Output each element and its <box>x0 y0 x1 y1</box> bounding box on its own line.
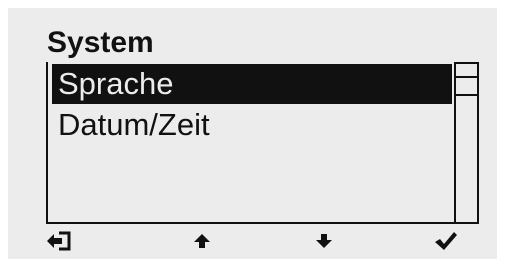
confirm-button[interactable] <box>431 228 461 254</box>
arrow-up-icon <box>194 234 210 248</box>
menu-item-datum-zeit[interactable]: Datum/Zeit <box>52 105 452 145</box>
menu-item-sprache[interactable]: Sprache <box>52 64 452 104</box>
menu-list: Sprache Datum/Zeit <box>46 62 479 224</box>
menu-item-label: Datum/Zeit <box>58 107 210 142</box>
exit-button[interactable] <box>44 228 74 254</box>
up-button[interactable] <box>187 228 217 254</box>
menu-item-label: Sprache <box>58 66 174 101</box>
exit-icon <box>47 231 71 251</box>
arrow-down-icon <box>316 234 332 248</box>
checkmark-icon <box>435 232 457 250</box>
down-button[interactable] <box>309 228 339 254</box>
page-title: System <box>47 26 154 59</box>
scrollbar[interactable] <box>454 62 479 224</box>
scrollbar-thumb[interactable] <box>456 64 477 96</box>
